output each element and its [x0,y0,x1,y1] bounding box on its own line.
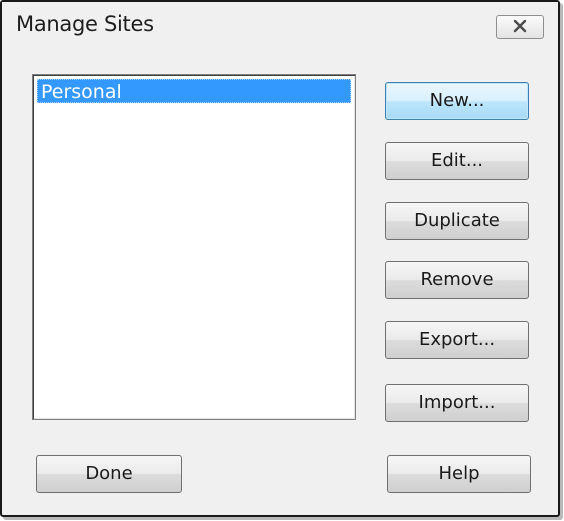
title-bar[interactable]: Manage Sites [2,2,558,48]
manage-sites-dialog: Manage Sites Personal New... Edit... Dup… [0,0,560,517]
done-button[interactable]: Done [36,455,182,493]
close-x-icon [512,18,528,37]
import-site-button[interactable]: Import... [385,384,529,422]
duplicate-site-button[interactable]: Duplicate [385,202,529,240]
export-site-button[interactable]: Export... [385,321,529,359]
help-button[interactable]: Help [387,455,531,493]
dialog-title: Manage Sites [16,12,154,36]
new-site-button[interactable]: New... [385,82,529,120]
sites-listbox[interactable]: Personal [32,74,356,420]
remove-site-button[interactable]: Remove [385,261,529,299]
site-list-item[interactable]: Personal [37,79,351,103]
edit-site-button[interactable]: Edit... [385,142,529,180]
close-button[interactable] [496,15,544,39]
